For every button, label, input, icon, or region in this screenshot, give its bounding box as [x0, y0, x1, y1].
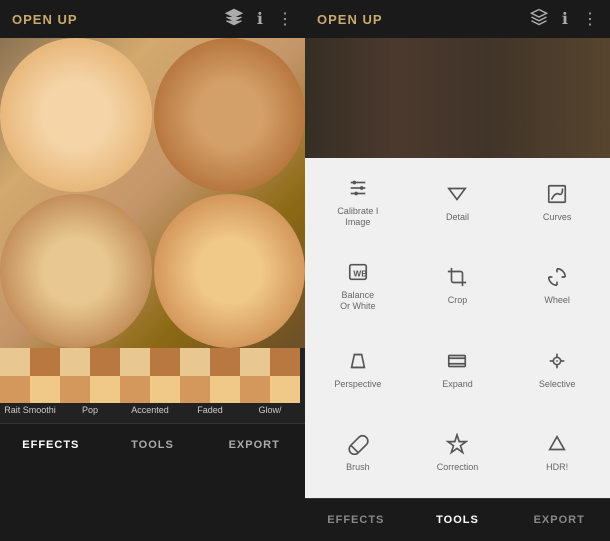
thumb-3[interactable]: Accented: [120, 348, 180, 423]
left-bottom-nav: Effects TOOLS EXPORT: [0, 423, 305, 466]
triangle-down-icon: [446, 183, 468, 209]
doll-3: [0, 194, 152, 348]
right-app-title: OPEN UP: [317, 12, 383, 27]
right-nav-export[interactable]: EXPORT: [508, 499, 610, 541]
crop-icon: [446, 266, 468, 292]
tool-perspective-label: Perspective: [334, 379, 381, 390]
tool-expand-label: Expand: [442, 379, 473, 390]
tool-crop-label: Crop: [448, 295, 468, 306]
right-header-icons: ℹ ⋮: [530, 8, 598, 31]
svg-text:WB: WB: [353, 270, 367, 279]
thumb-label-5: Glow/: [240, 403, 300, 417]
right-bottom-nav: EFFECTS TOOLS EXPORT: [305, 498, 610, 541]
tool-selective[interactable]: Selective: [508, 329, 606, 411]
right-image: [305, 38, 610, 158]
image-placeholder: [0, 38, 305, 348]
tool-brush[interactable]: Brush: [309, 413, 407, 495]
right-image-placeholder: [305, 38, 610, 158]
right-panel: OPEN UP ℹ ⋮ Calibrate I: [305, 0, 610, 541]
tool-curves[interactable]: Curves: [508, 162, 606, 244]
tool-correction[interactable]: Correction: [409, 413, 507, 495]
more-icon[interactable]: ⋮: [277, 9, 293, 29]
doll-4: [154, 194, 306, 348]
hdr-icon: [546, 433, 568, 459]
right-layers-icon[interactable]: [530, 8, 548, 31]
right-nav-tools[interactable]: TOOLS: [407, 499, 509, 541]
app-title: OPEN UP: [12, 12, 78, 27]
left-panel: OPEN UP ℹ ⋮ Rait Smoothi: [0, 0, 305, 541]
wb-icon: WB: [347, 261, 369, 287]
thumb-label-4: Faded: [180, 403, 240, 417]
tool-perspective[interactable]: Perspective: [309, 329, 407, 411]
doll-2: [154, 38, 306, 192]
brush-icon: [347, 433, 369, 459]
header-icons: ℹ ⋮: [225, 8, 293, 31]
thumb-5[interactable]: Glow/: [240, 348, 300, 423]
right-nav-effects[interactable]: EFFECTS: [305, 499, 407, 541]
tool-wb-label: BalanceOr White: [340, 290, 376, 312]
curves-icon: [546, 183, 568, 209]
nav-tools[interactable]: TOOLS: [102, 424, 204, 466]
thumb-2[interactable]: Pop: [60, 348, 120, 423]
tool-calibrate[interactable]: Calibrate IImage: [309, 162, 407, 244]
thumb-label-3: Accented: [120, 403, 180, 417]
tool-brush-label: Brush: [346, 462, 370, 473]
tool-expand[interactable]: Expand: [409, 329, 507, 411]
right-info-icon[interactable]: ℹ: [562, 9, 568, 29]
thumb-label-2: Pop: [60, 403, 120, 417]
tool-detail-label: Detail: [446, 212, 469, 223]
layers-icon[interactable]: [225, 8, 243, 31]
thumb-label-1: Rait Smoothi: [0, 403, 60, 417]
tool-crop[interactable]: Crop: [409, 246, 507, 328]
main-image: [0, 38, 305, 348]
expand-icon: [446, 350, 468, 376]
nav-effects[interactable]: Effects: [0, 424, 102, 466]
tool-hdr[interactable]: HDR!: [508, 413, 606, 495]
nav-export[interactable]: EXPORT: [203, 424, 305, 466]
right-more-icon[interactable]: ⋮: [582, 9, 598, 29]
tool-wheel[interactable]: Wheel: [508, 246, 606, 328]
thumbnails-row: Rait Smoothi Pop Accented Faded Glow/: [0, 348, 305, 423]
wheel-icon: [546, 266, 568, 292]
perspective-icon: [347, 350, 369, 376]
info-icon[interactable]: ℹ: [257, 9, 263, 29]
tool-correction-label: Correction: [437, 462, 479, 473]
right-header: OPEN UP ℹ ⋮: [305, 0, 610, 38]
tools-grid: Calibrate IImage Detail Curves: [305, 158, 610, 498]
tool-selective-label: Selective: [539, 379, 576, 390]
tool-curves-label: Curves: [543, 212, 572, 223]
sliders-icon: [347, 177, 369, 203]
left-header: OPEN UP ℹ ⋮: [0, 0, 305, 38]
thumb-1[interactable]: Rait Smoothi: [0, 348, 60, 423]
correction-icon: [446, 433, 468, 459]
tool-calibrate-label: Calibrate IImage: [337, 206, 378, 228]
tool-wheel-label: Wheel: [544, 295, 570, 306]
selective-icon: [546, 350, 568, 376]
tool-hdr-label: HDR!: [546, 462, 568, 473]
doll-1: [0, 38, 152, 192]
tool-wb[interactable]: WB BalanceOr White: [309, 246, 407, 328]
thumb-4[interactable]: Faded: [180, 348, 240, 423]
tool-detail[interactable]: Detail: [409, 162, 507, 244]
